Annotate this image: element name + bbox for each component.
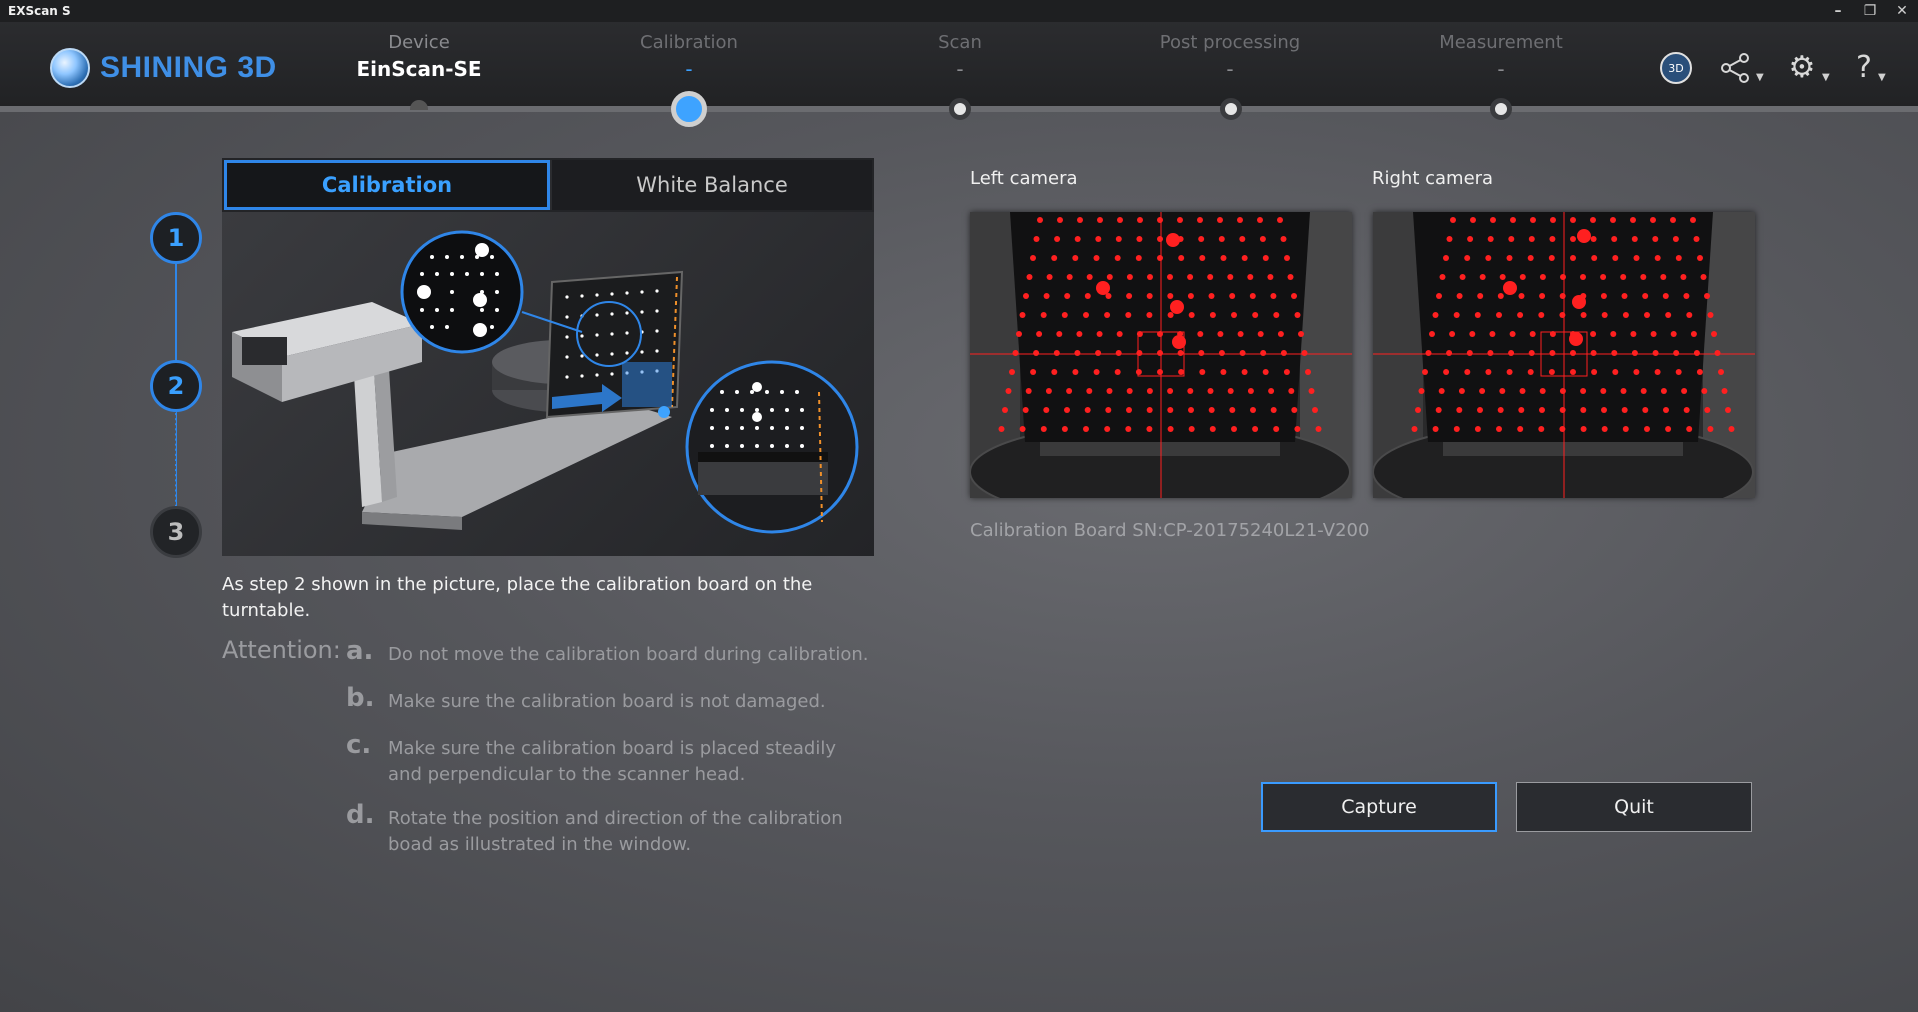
step-value: - bbox=[1226, 57, 1234, 81]
right-camera-label: Right camera bbox=[1372, 168, 1494, 189]
attention-text: Do not move the calibration board during… bbox=[388, 644, 869, 665]
tab-calibration[interactable]: Calibration bbox=[224, 160, 550, 210]
attention-letter: c. bbox=[346, 730, 372, 760]
step-label: Device bbox=[388, 32, 450, 53]
step-dot-calibration[interactable] bbox=[671, 91, 707, 127]
step-post-processing[interactable]: Post processing - bbox=[1120, 32, 1340, 81]
step-scan[interactable]: Scan - bbox=[850, 32, 1070, 81]
step-dot-post-processing[interactable] bbox=[1220, 98, 1242, 120]
right-camera-image bbox=[1373, 212, 1755, 498]
left-camera-image bbox=[970, 212, 1352, 498]
step-value: - bbox=[1497, 57, 1505, 81]
step-label: Scan bbox=[938, 32, 982, 53]
attention-letter: a. bbox=[346, 636, 374, 666]
step-device[interactable]: Device EinScan-SE bbox=[309, 32, 529, 81]
brand-name: SHINING 3D bbox=[100, 51, 277, 84]
help-icon[interactable]: ? bbox=[1846, 50, 1882, 86]
sidebar-step-3[interactable]: 3 bbox=[150, 506, 202, 558]
capture-button[interactable]: Capture bbox=[1261, 782, 1497, 832]
scanner-turntable-illustration bbox=[232, 230, 859, 534]
sidebar-dashed-line bbox=[175, 410, 176, 520]
share-icon[interactable] bbox=[1718, 50, 1754, 86]
attention-title: Attention: bbox=[222, 636, 341, 664]
sidebar-step-2[interactable]: 2 bbox=[150, 360, 202, 412]
svg-text:3D: 3D bbox=[1668, 62, 1683, 75]
attention-item: a. Do not move the calibration board dur… bbox=[346, 636, 906, 668]
quit-button[interactable]: Quit bbox=[1516, 782, 1752, 832]
attention-text: Make sure the calibration board is not d… bbox=[388, 691, 826, 712]
device-name: EinScan-SE bbox=[356, 57, 482, 81]
calibration-illustration bbox=[222, 212, 874, 556]
brand-logo: SHINING 3D bbox=[50, 48, 277, 88]
step-calibration[interactable]: Calibration - bbox=[579, 32, 799, 81]
attention-text: Make sure the calibration board is place… bbox=[388, 738, 836, 785]
step-dot-measurement[interactable] bbox=[1490, 98, 1512, 120]
step-label: Calibration bbox=[640, 32, 738, 53]
step-dot-scan[interactable] bbox=[949, 98, 971, 120]
attention-letter: b. bbox=[346, 683, 375, 713]
left-camera-label: Left camera bbox=[970, 168, 1078, 189]
step-value: - bbox=[956, 57, 964, 81]
attention-item: b. Make sure the calibration board is no… bbox=[346, 683, 906, 715]
minimize-icon[interactable]: – bbox=[1830, 3, 1846, 19]
attention-text: Rotate the position and direction of the… bbox=[388, 808, 843, 855]
window-title: EXScan S bbox=[8, 4, 71, 18]
instruction-text: As step 2 shown in the picture, place th… bbox=[222, 574, 813, 621]
window-controls: – ❐ ✕ bbox=[1830, 0, 1910, 22]
3d-model-icon[interactable]: 3D bbox=[1658, 50, 1694, 86]
step-measurement[interactable]: Measurement - bbox=[1391, 32, 1611, 81]
step-label: Measurement bbox=[1439, 32, 1563, 53]
title-bar: EXScan S – ❐ ✕ bbox=[0, 0, 1918, 22]
tab-white-balance[interactable]: White Balance bbox=[550, 160, 872, 210]
calibration-tabs: Calibration White Balance bbox=[222, 158, 874, 212]
attention-item: c. Make sure the calibration board is pl… bbox=[346, 730, 906, 788]
step-value: - bbox=[685, 57, 693, 81]
close-icon[interactable]: ✕ bbox=[1894, 3, 1910, 19]
left-camera-view bbox=[970, 212, 1352, 498]
globe-logo-icon bbox=[50, 48, 90, 88]
attention-letter: d. bbox=[346, 800, 375, 830]
chevron-down-icon[interactable]: ▼ bbox=[1756, 72, 1764, 83]
gear-icon[interactable]: ⚙ bbox=[1784, 50, 1820, 86]
chevron-down-icon[interactable]: ▼ bbox=[1822, 72, 1830, 83]
attention-item: d. Rotate the position and direction of … bbox=[346, 800, 906, 858]
right-camera-view bbox=[1373, 212, 1755, 498]
sidebar-step-1[interactable]: 1 bbox=[150, 212, 202, 264]
calibration-board-sn: Calibration Board SN:CP-20175240L21-V200 bbox=[970, 520, 1370, 541]
chevron-down-icon[interactable]: ▼ bbox=[1878, 72, 1886, 83]
restore-icon[interactable]: ❐ bbox=[1862, 3, 1878, 19]
step-label: Post processing bbox=[1159, 32, 1301, 53]
